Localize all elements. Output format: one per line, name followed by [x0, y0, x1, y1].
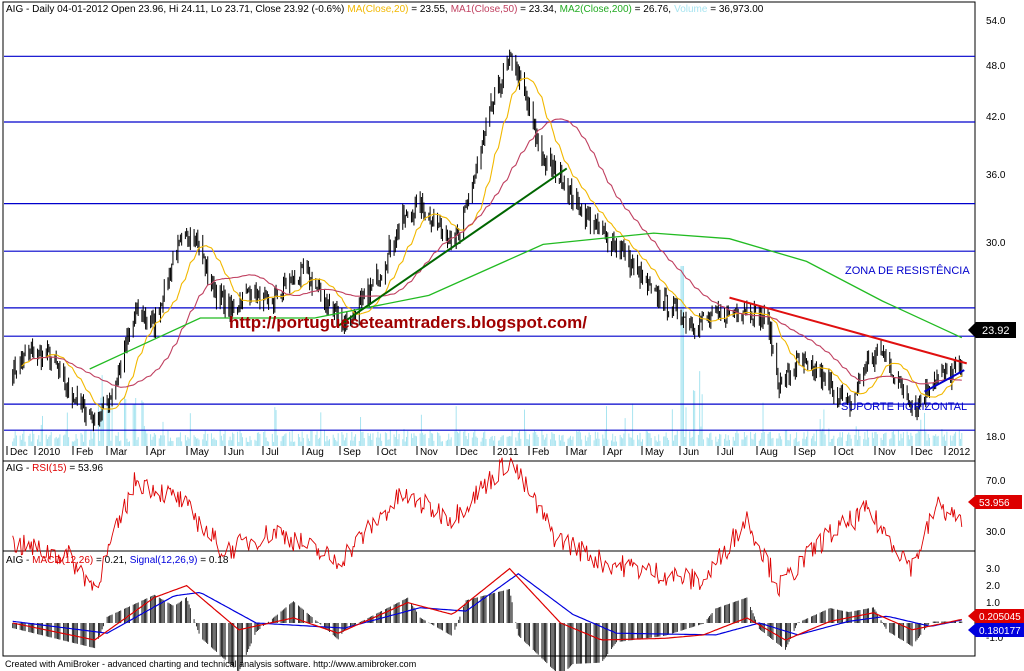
x-axis-label: Mar — [570, 447, 588, 458]
volume-bars — [12, 266, 963, 446]
rsi-line — [12, 456, 963, 598]
rsi-header-prefix: AIG - — [6, 463, 32, 474]
x-axis-label: Sep — [798, 447, 816, 458]
x-axis-label: Nov — [878, 447, 896, 458]
rsi-ytick: 70.0 — [986, 476, 1006, 487]
price-ytick: 54.0 — [986, 16, 1006, 27]
price-ytick: 42.0 — [986, 112, 1006, 123]
resistance-label: ZONA DE RESISTÊNCIA — [845, 264, 970, 277]
ma200-value: = 26.76, — [632, 4, 671, 15]
x-axis-labels: Dec 2010 Feb Mar Apr May Jun Jul Aug Sep Oct Nov Dec… — [6, 446, 971, 458]
moving-averages — [21, 77, 963, 410]
rsi-series — [12, 456, 963, 598]
x-axis-label: Apr — [607, 447, 623, 458]
price-ytick: 36.0 — [986, 170, 1006, 181]
macd-ytick: 1.0 — [986, 598, 1000, 609]
signal-label: Signal(12,26,9) — [130, 555, 198, 566]
macd-ytick: 2.0 — [986, 581, 1000, 592]
footer-credit: Created with AmiBroker - advanced charti… — [5, 659, 416, 669]
price-ytick: 30.0 — [986, 238, 1006, 249]
volume-value: = 36,973.00 — [707, 4, 763, 15]
x-axis-label: 2011 — [497, 447, 519, 458]
x-axis-label: Jul — [721, 447, 734, 458]
x-axis-label: Nov — [420, 447, 438, 458]
macd-panel-frame — [2, 550, 976, 657]
blog-url: http://portugueseteamtraders.blogspot.co… — [229, 313, 587, 332]
ma20-value: = 23.55, — [409, 4, 448, 15]
signal-value: = 0.18 — [198, 555, 229, 566]
volume-label: Volume — [674, 4, 708, 15]
macd-header-prefix: AIG - — [6, 555, 32, 566]
x-axis-label: May — [190, 447, 209, 458]
x-axis-label: Jul — [266, 447, 279, 458]
x-axis-label: Jun — [683, 447, 699, 458]
x-axis-label: Dec — [460, 447, 478, 458]
x-axis-label: Aug — [760, 447, 778, 458]
macd-header: AIG - MACD(12,26) = 0.21, Signal(12,26,9… — [6, 555, 229, 566]
x-axis-label: Jun — [228, 447, 244, 458]
ma200-label: MA2(Close,200) — [560, 4, 632, 15]
macd-value: = 0.21, — [93, 555, 129, 566]
price-ytick: 48.0 — [986, 61, 1006, 72]
x-axis-label: 2012 — [948, 447, 971, 458]
x-axis-label: Mar — [110, 447, 128, 458]
rsi-value: = 53.96 — [67, 463, 104, 474]
ma20-label: MA(Close,20) — [347, 4, 408, 15]
macd-label: MACD(12,26) — [32, 555, 93, 566]
x-axis-label: Dec — [915, 447, 933, 458]
ma20-line — [21, 77, 963, 410]
x-axis-label: Dec — [10, 447, 28, 458]
rsi-label: RSI(15) — [32, 463, 66, 474]
x-axis-label: 2010 — [38, 447, 61, 458]
rsi-badge-text: 53.956 — [979, 498, 1010, 509]
x-axis-label: Aug — [306, 447, 324, 458]
rsi-ytick: 30.0 — [986, 527, 1006, 538]
x-axis-label: Sep — [343, 447, 361, 458]
price-header: AIG - Daily 04-01-2012 Open 23.96, Hi 24… — [6, 4, 764, 15]
x-axis-label: Feb — [532, 447, 550, 458]
ma50-label: MA1(Close,50) — [451, 4, 518, 15]
price-ytick: 18.0 — [986, 432, 1006, 443]
ma50-value: = 23.34, — [517, 4, 556, 15]
x-axis-label: May — [645, 447, 664, 458]
ma50-line — [29, 118, 962, 388]
support-label: SUPORTE HORIZONTAL — [841, 401, 967, 413]
macd-ytick: 3.0 — [986, 564, 1000, 575]
x-axis-label: Oct — [838, 447, 854, 458]
x-axis-label: Feb — [76, 447, 94, 458]
signal-badge-text: 0.180177 — [979, 626, 1021, 637]
macd-badge-text: 0.205045 — [979, 612, 1021, 623]
chart-canvas: Dec 2010 Feb Mar Apr May Jun Jul Aug Sep Oct Nov Dec… — [2, 1, 1024, 671]
price-panel-frame — [2, 1, 976, 462]
x-axis-label: Apr — [150, 447, 166, 458]
rsi-header: AIG - RSI(15) = 53.96 — [6, 463, 103, 474]
last-price-badge-text: 23.92 — [982, 325, 1010, 337]
support_trendline — [337, 167, 568, 327]
price-header-symbol: AIG - Daily 04-01-2012 Open 23.96, Hi 24… — [6, 4, 344, 15]
price-bars — [12, 49, 963, 432]
x-axis-label: Oct — [381, 447, 397, 458]
